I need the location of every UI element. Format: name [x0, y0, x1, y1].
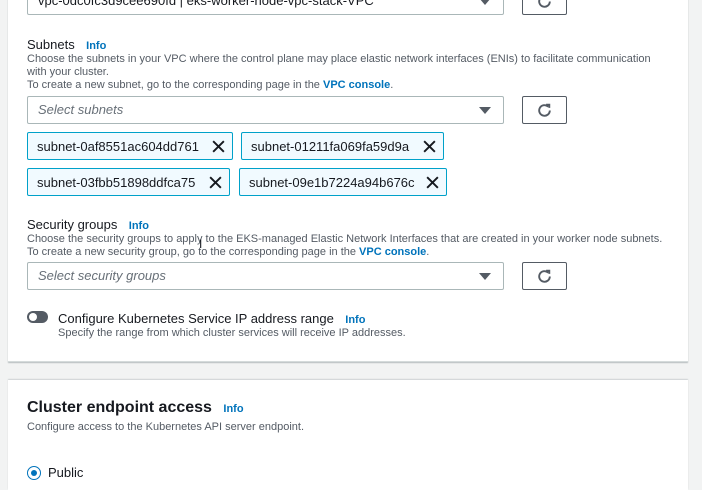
close-icon[interactable]: [425, 175, 440, 190]
subnets-description: Choose the subnets in your VPC where the…: [27, 53, 677, 92]
subnet-token-label: subnet-0af8551ac604dd761: [37, 139, 199, 154]
subnet-token: subnet-01211fa069fa59d9a: [241, 132, 444, 160]
refresh-icon: [538, 103, 551, 117]
endpoint-info-link[interactable]: Info: [223, 403, 243, 415]
subnets-label: Subnets: [27, 37, 75, 52]
toggle-knob: [29, 313, 37, 321]
caret-down-icon: [479, 0, 491, 5]
vpc-refresh-button[interactable]: [522, 0, 567, 15]
security-groups-heading: Security groups Info: [27, 216, 149, 234]
service-ip-label: Configure Kubernetes Service IP address …: [58, 311, 334, 326]
service-ip-info-link[interactable]: Info: [345, 314, 365, 326]
service-ip-heading: Configure Kubernetes Service IP address …: [58, 310, 365, 328]
endpoint-public-label: Public: [48, 465, 84, 480]
endpoint-description: Configure access to the Kubernetes API s…: [27, 421, 304, 433]
security-groups-select-placeholder: Select security groups: [38, 268, 166, 283]
subnet-token: subnet-03fbb51898ddfca75: [27, 168, 230, 196]
security-groups-info-link[interactable]: Info: [129, 220, 149, 232]
subnet-token: subnet-09e1b7224a94b676c: [239, 168, 447, 196]
subnets-refresh-button[interactable]: [522, 96, 567, 124]
close-icon[interactable]: [208, 175, 223, 190]
endpoint-title: Cluster endpoint access: [27, 399, 212, 416]
security-groups-description: Choose the security groups to apply to t…: [27, 233, 697, 259]
subnets-select-placeholder: Select subnets: [38, 102, 124, 117]
vpc-select[interactable]: vpc-0dc0fc3d9cee690fd | eks-worker-node-…: [27, 0, 504, 15]
subnet-token-label: subnet-01211fa069fa59d9a: [251, 139, 410, 154]
service-ip-description: Specify the range from which cluster ser…: [58, 327, 406, 339]
close-icon[interactable]: [422, 139, 437, 154]
security-groups-desc-line2: To create a new security group, go to th…: [27, 246, 430, 258]
endpoint-heading: Cluster endpoint access Info: [27, 399, 244, 417]
subnets-heading: Subnets Info: [27, 36, 106, 54]
close-icon[interactable]: [211, 139, 226, 154]
service-ip-range-toggle[interactable]: [27, 311, 48, 323]
subnet-token-label: subnet-03fbb51898ddfca75: [37, 175, 196, 190]
subnets-vpc-console-link[interactable]: VPC console: [323, 79, 390, 91]
endpoint-public-radio[interactable]: [27, 466, 41, 480]
refresh-icon: [538, 269, 551, 283]
security-groups-select[interactable]: Select security groups: [27, 262, 504, 290]
subnets-desc-line3: To create a new subnet, go to the corres…: [27, 79, 394, 91]
vpc-select-value: vpc-0dc0fc3d9cee690fd | eks-worker-node-…: [38, 0, 374, 8]
subnets-desc-line2: with your cluster.: [27, 66, 109, 78]
subnets-info-link[interactable]: Info: [86, 40, 106, 52]
subnets-desc-line1: Choose the subnets in your VPC where the…: [27, 53, 651, 65]
subnets-select[interactable]: Select subnets: [27, 96, 504, 124]
security-groups-desc-line1: Choose the security groups to apply to t…: [27, 233, 663, 245]
caret-down-icon: [479, 273, 491, 280]
security-groups-label: Security groups: [27, 217, 118, 232]
caret-down-icon: [479, 107, 491, 114]
security-groups-refresh-button[interactable]: [522, 262, 567, 290]
subnet-token: subnet-0af8551ac604dd761: [27, 132, 233, 160]
text-cursor-icon: I: [199, 237, 203, 251]
subnet-token-label: subnet-09e1b7224a94b676c: [249, 175, 415, 190]
refresh-icon: [538, 0, 551, 8]
security-groups-vpc-console-link[interactable]: VPC console: [359, 246, 426, 258]
